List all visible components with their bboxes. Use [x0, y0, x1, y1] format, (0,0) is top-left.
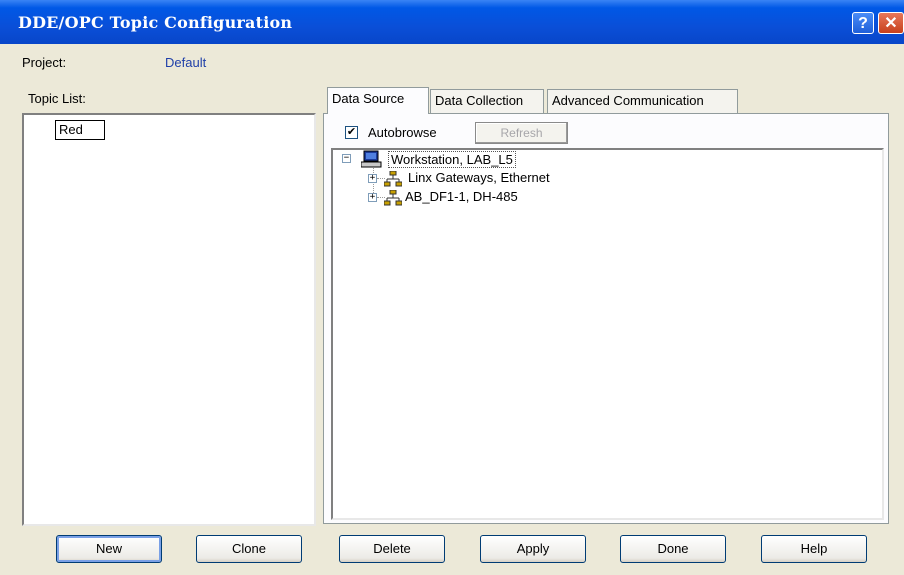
done-button[interactable]: Done: [620, 535, 726, 563]
tree-node-linx-gateways[interactable]: Linx Gateways, Ethernet: [408, 170, 550, 185]
button-label: Apply: [516, 541, 550, 556]
delete-button[interactable]: Delete: [339, 535, 445, 563]
window-title: DDE/OPC Topic Configuration: [18, 13, 293, 32]
close-icon: ✕: [884, 15, 898, 32]
topic-name-edit[interactable]: Red: [55, 120, 105, 140]
network-icon: [384, 171, 402, 187]
tab-data-collection[interactable]: Data Collection: [430, 89, 544, 113]
clone-button[interactable]: Clone: [196, 535, 302, 563]
checkmark-icon: ✔: [346, 126, 357, 138]
tab-advanced-communication[interactable]: Advanced Communication: [547, 89, 738, 113]
tab-label: Data Collection: [435, 93, 524, 108]
tab-label: Data Source: [332, 91, 405, 106]
topic-item: Red: [59, 122, 83, 137]
button-label: New: [95, 541, 122, 556]
expand-toggle[interactable]: +: [368, 193, 377, 202]
button-label: Done: [657, 541, 689, 556]
apply-button[interactable]: Apply: [480, 535, 586, 563]
button-label: Clone: [232, 541, 266, 556]
tree-node-workstation[interactable]: Workstation, LAB_L5: [388, 151, 516, 168]
autobrowse-label: Autobrowse: [368, 125, 437, 140]
expand-toggle[interactable]: +: [368, 174, 377, 183]
dialog-window: DDE/OPC Topic Configuration ? ✕ Project:…: [0, 0, 904, 575]
title-bar[interactable]: DDE/OPC Topic Configuration ? ✕: [0, 0, 904, 44]
tab-label: Advanced Communication: [552, 93, 704, 108]
refresh-label: Refresh: [500, 126, 543, 140]
collapse-toggle[interactable]: −: [342, 154, 351, 163]
project-label: Project:: [22, 55, 67, 70]
question-icon: ?: [858, 15, 868, 32]
computer-icon: [361, 150, 382, 168]
autobrowse-checkbox[interactable]: ✔: [345, 126, 358, 139]
network-icon: [384, 190, 402, 206]
topic-list-box[interactable]: [22, 113, 316, 526]
close-button[interactable]: ✕: [878, 12, 904, 34]
help-title-button[interactable]: ?: [852, 12, 874, 34]
button-label: Help: [800, 541, 828, 556]
help-button[interactable]: Help: [761, 535, 867, 563]
topic-list-label: Topic List:: [28, 91, 86, 106]
project-value: Default: [165, 55, 207, 70]
button-label: Delete: [373, 541, 411, 556]
tab-data-source[interactable]: Data Source: [327, 87, 429, 114]
new-button[interactable]: New: [56, 535, 162, 563]
tree-node-ab-df1[interactable]: AB_DF1-1, DH-485: [405, 189, 518, 204]
refresh-button[interactable]: Refresh: [475, 122, 568, 144]
